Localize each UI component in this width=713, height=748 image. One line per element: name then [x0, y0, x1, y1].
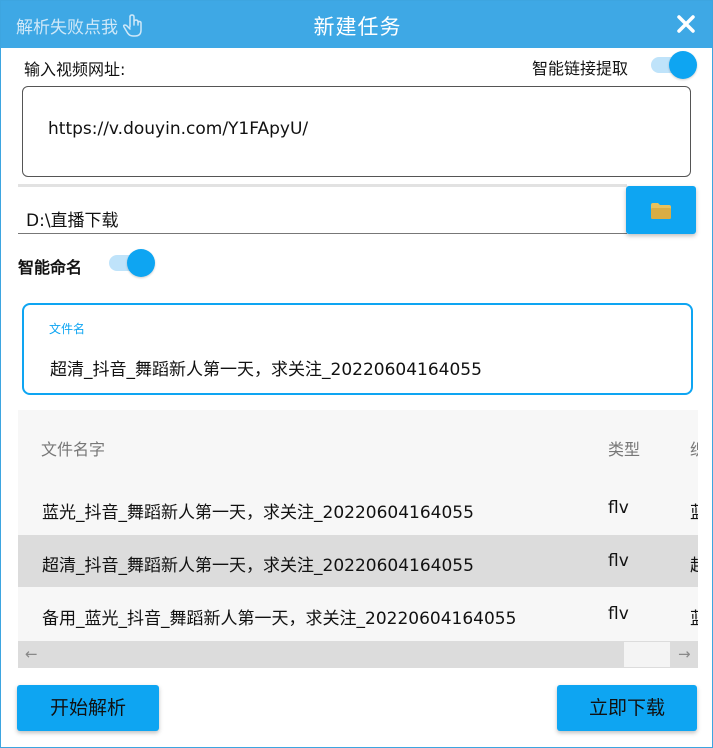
- dialog-title: 新建任务: [313, 15, 402, 39]
- column-header-third: 织: [690, 436, 698, 460]
- table-row[interactable]: 备用_蓝光_抖音_舞蹈新人第一天，求关注_20220604164055 flv …: [18, 588, 698, 640]
- start-parse-button[interactable]: 开始解析: [17, 685, 159, 731]
- row-extra: 蓝: [690, 498, 698, 523]
- format-table: 文件名字 类型 织 蓝光_抖音_舞蹈新人第一天，求关注_202206041640…: [18, 410, 698, 668]
- column-header-filename: 文件名字: [41, 440, 106, 459]
- table-header: 文件名字 类型 织: [18, 410, 698, 483]
- save-path-value: D:\直播下载: [26, 211, 119, 231]
- scroll-right-icon[interactable]: →: [678, 645, 691, 663]
- row-filename: 备用_蓝光_抖音_舞蹈新人第一天，求关注_20220604164055: [42, 609, 517, 629]
- row-extra: 超: [690, 551, 698, 576]
- row-type: flv: [608, 551, 629, 571]
- table-row-selected[interactable]: 超清_抖音_舞蹈新人第一天，求关注_20220604164055 flv 超: [18, 535, 698, 587]
- video-url-input[interactable]: https://v.douyin.com/Y1FApyU/: [22, 86, 691, 177]
- save-path-input[interactable]: D:\直播下载: [18, 184, 627, 234]
- row-filename: 超清_抖音_舞蹈新人第一天，求关注_20220604164055: [42, 556, 474, 576]
- close-icon[interactable]: [675, 13, 697, 35]
- video-url-value: https://v.douyin.com/Y1FApyU/: [48, 119, 309, 139]
- column-header-type: 类型: [608, 440, 641, 459]
- filename-value: 超清_抖音_舞蹈新人第一天，求关注_20220604164055: [50, 360, 482, 380]
- download-now-button[interactable]: 立即下载: [557, 685, 697, 731]
- row-filename: 蓝光_抖音_舞蹈新人第一天，求关注_20220604164055: [42, 503, 474, 523]
- scroll-left-icon[interactable]: ←: [25, 645, 38, 663]
- row-type: flv: [608, 604, 629, 624]
- toggle-knob: [127, 249, 155, 277]
- smart-naming-label: 智能命名: [18, 258, 83, 277]
- title-bar: 解析失败点我 新建任务: [1, 1, 712, 48]
- folder-icon: [651, 203, 671, 219]
- filename-input[interactable]: 文件名 超清_抖音_舞蹈新人第一天，求关注_20220604164055: [22, 303, 693, 395]
- browse-folder-button[interactable]: [626, 186, 696, 234]
- smart-link-label: 智能链接提取: [532, 59, 629, 78]
- row-extra: 蓝: [690, 604, 698, 629]
- horizontal-scrollbar[interactable]: ← →: [18, 641, 698, 668]
- toggle-knob: [669, 51, 697, 79]
- video-url-label: 输入视频网址:: [24, 60, 126, 79]
- smart-naming-toggle[interactable]: [109, 249, 155, 277]
- smart-link-toggle[interactable]: [651, 51, 697, 79]
- scrollbar-thumb[interactable]: [624, 642, 670, 667]
- new-task-dialog: 解析失败点我 新建任务 输入视频网址: 智能链接提取 https://v.dou…: [0, 0, 713, 748]
- table-row[interactable]: 蓝光_抖音_舞蹈新人第一天，求关注_20220604164055 flv 蓝: [18, 482, 698, 534]
- filename-caption: 文件名: [49, 322, 86, 336]
- row-type: flv: [608, 498, 629, 518]
